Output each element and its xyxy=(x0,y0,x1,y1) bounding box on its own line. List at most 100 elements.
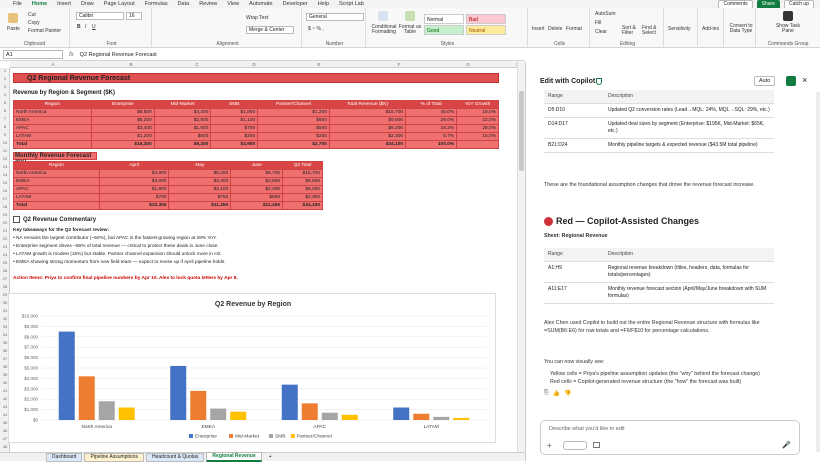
table-cell[interactable]: 28.0% xyxy=(456,124,499,133)
autosum-button[interactable]: AutoSum xyxy=(595,11,616,17)
table-cell[interactable]: $2,100 xyxy=(168,185,232,194)
briefcase-icon[interactable] xyxy=(593,442,600,448)
style-normal[interactable]: Normal xyxy=(424,14,464,24)
header-cell[interactable]: % of Total xyxy=(405,100,458,109)
format-as-table-button[interactable]: Format as Table xyxy=(398,25,422,35)
section-monthly-title[interactable]: Monthly Revenue Forecast ($K) xyxy=(13,152,97,166)
table-cell[interactable]: $9,200 xyxy=(153,140,212,149)
table-cell[interactable]: $18,300 xyxy=(90,140,155,149)
table-cell[interactable]: $5,200 xyxy=(90,116,155,125)
column-header[interactable]: B xyxy=(96,61,166,68)
table-cell[interactable]: $8,500 xyxy=(90,108,155,117)
style-good[interactable]: Good xyxy=(424,25,464,35)
table-cell[interactable]: $3,000 xyxy=(98,177,170,186)
fill-button[interactable]: Fill xyxy=(595,20,601,26)
commentary-line[interactable]: • EMEA showing strong momentum from new … xyxy=(13,260,226,265)
ribbon-tab-data[interactable]: Data xyxy=(173,0,195,8)
row-header[interactable]: 4 xyxy=(0,92,10,97)
context-chip[interactable] xyxy=(563,441,587,450)
table-cell[interactable]: $3,600 xyxy=(230,177,284,186)
column-header[interactable]: G xyxy=(440,61,496,68)
table-cell[interactable]: $1,800 xyxy=(210,108,259,117)
scroll-thumb[interactable] xyxy=(519,91,524,171)
header-cell[interactable]: SMB xyxy=(210,100,259,109)
row-header[interactable]: 28 xyxy=(0,284,10,289)
copilot-icon[interactable] xyxy=(786,76,796,86)
row-header[interactable]: 16 xyxy=(0,188,10,193)
font-size-select[interactable]: 16 xyxy=(126,12,142,20)
name-box[interactable]: A1 xyxy=(3,50,63,59)
header-cell[interactable]: Region xyxy=(13,100,92,109)
header-cell[interactable]: May xyxy=(168,161,232,170)
table-cell[interactable]: $3,900 xyxy=(210,140,259,149)
row-header[interactable]: 19 xyxy=(0,212,10,217)
table-cell[interactable]: 22.0% xyxy=(456,116,499,125)
prompt-box[interactable]: Describe what you'd like to edit + 🎤 xyxy=(540,420,800,455)
table-cell[interactable]: North America xyxy=(13,108,92,117)
table-cell[interactable]: $700 xyxy=(210,124,259,133)
table-cell[interactable]: 15.0% xyxy=(456,132,499,141)
table-cell[interactable]: 18.0% xyxy=(456,108,499,117)
row-header[interactable]: 2 xyxy=(0,76,10,81)
format-cells-button[interactable]: Format xyxy=(566,26,582,32)
column-header[interactable]: C xyxy=(166,61,228,68)
revenue-table[interactable]: Region Enterprise Mid-Market SMB Partner/Cha… xyxy=(13,100,499,149)
row-header[interactable]: 13 xyxy=(0,164,10,169)
ribbon-tab-automate[interactable]: Automate xyxy=(244,0,278,8)
section-revenue-title[interactable]: Revenue by Region & Segment ($K) xyxy=(13,90,115,96)
convert-data-type-button[interactable]: Convert to Data Type xyxy=(727,24,755,34)
table-cell[interactable]: $34,100 xyxy=(328,140,407,149)
table-cell[interactable]: $34,100 xyxy=(282,201,323,210)
table-cell[interactable]: $850 xyxy=(230,193,284,202)
prompt-input[interactable]: Describe what you'd like to edit xyxy=(549,426,625,432)
table-cell[interactable]: $1,200 xyxy=(90,132,155,141)
table-cell[interactable]: $700 xyxy=(98,193,170,202)
table-cell[interactable]: LATAM xyxy=(13,193,100,202)
ribbon-tab-draw[interactable]: Draw xyxy=(76,0,99,8)
action-items[interactable]: Action Items: Priya to confirm final pip… xyxy=(13,276,238,281)
table-cell[interactable]: $3,400 xyxy=(90,124,155,133)
table-cell[interactable]: $1,200 xyxy=(257,108,330,117)
column-header[interactable]: D xyxy=(228,61,280,68)
table-cell[interactable]: EMEA xyxy=(13,177,100,186)
wrap-text-button[interactable]: Wrap Text xyxy=(246,15,268,21)
table-cell[interactable]: $2,700 xyxy=(257,140,330,149)
style-neutral[interactable]: Neutral xyxy=(466,25,506,35)
clear-button[interactable]: Clear xyxy=(595,29,607,35)
bold-button[interactable]: B xyxy=(77,24,81,30)
table-cell[interactable]: $3,300 xyxy=(168,177,232,186)
table-cell[interactable]: Total xyxy=(13,140,92,149)
row-header[interactable]: 6 xyxy=(0,108,10,113)
row-header[interactable]: 9 xyxy=(0,132,10,137)
column-header[interactable]: F xyxy=(358,61,440,68)
table-cell[interactable]: $800 xyxy=(257,116,330,125)
tab-headcount-quotas[interactable]: Headcount & Quotas xyxy=(146,452,205,462)
header-cell[interactable]: Region xyxy=(13,161,100,170)
table-cell[interactable]: $2,300 xyxy=(282,193,323,202)
cut-button[interactable]: Cut xyxy=(28,12,36,18)
row-header[interactable]: 8 xyxy=(0,124,10,129)
worksheet[interactable]: ABCDEFGH 1234567891011121314151617181920… xyxy=(0,61,520,452)
row-header[interactable]: 23 xyxy=(0,244,10,249)
ribbon-tab-formulas[interactable]: Formulas xyxy=(140,0,173,8)
ribbon-tab-page-layout[interactable]: Page Layout xyxy=(99,0,140,8)
table-cell[interactable]: $5,700 xyxy=(230,169,284,178)
table-cell[interactable]: 29.0% xyxy=(405,116,458,125)
row-header[interactable]: 5 xyxy=(0,100,10,105)
row-header[interactable]: 15 xyxy=(0,180,10,185)
table-cell[interactable] xyxy=(456,140,499,149)
formula-input[interactable]: Q2 Regional Revenue Forecast xyxy=(80,52,157,58)
table-cell[interactable]: LATAM xyxy=(13,132,92,141)
row-header[interactable]: 24 xyxy=(0,252,10,257)
row-header[interactable]: 26 xyxy=(0,268,10,273)
panel-scrollbar[interactable] xyxy=(816,92,820,452)
table-cell[interactable]: APAC xyxy=(13,124,92,133)
row-header[interactable]: 12 xyxy=(0,156,10,161)
thumbs-down-icon[interactable]: 👎 xyxy=(564,390,571,397)
ribbon-tab-developer[interactable]: Developer xyxy=(278,0,313,8)
column-header[interactable]: E xyxy=(280,61,358,68)
commentary-title[interactable]: Q2 Revenue Commentary xyxy=(13,216,96,223)
header-cell[interactable]: YoY Growth xyxy=(456,100,499,109)
row-header[interactable]: 3 xyxy=(0,84,10,89)
column-header[interactable]: A xyxy=(10,61,96,68)
